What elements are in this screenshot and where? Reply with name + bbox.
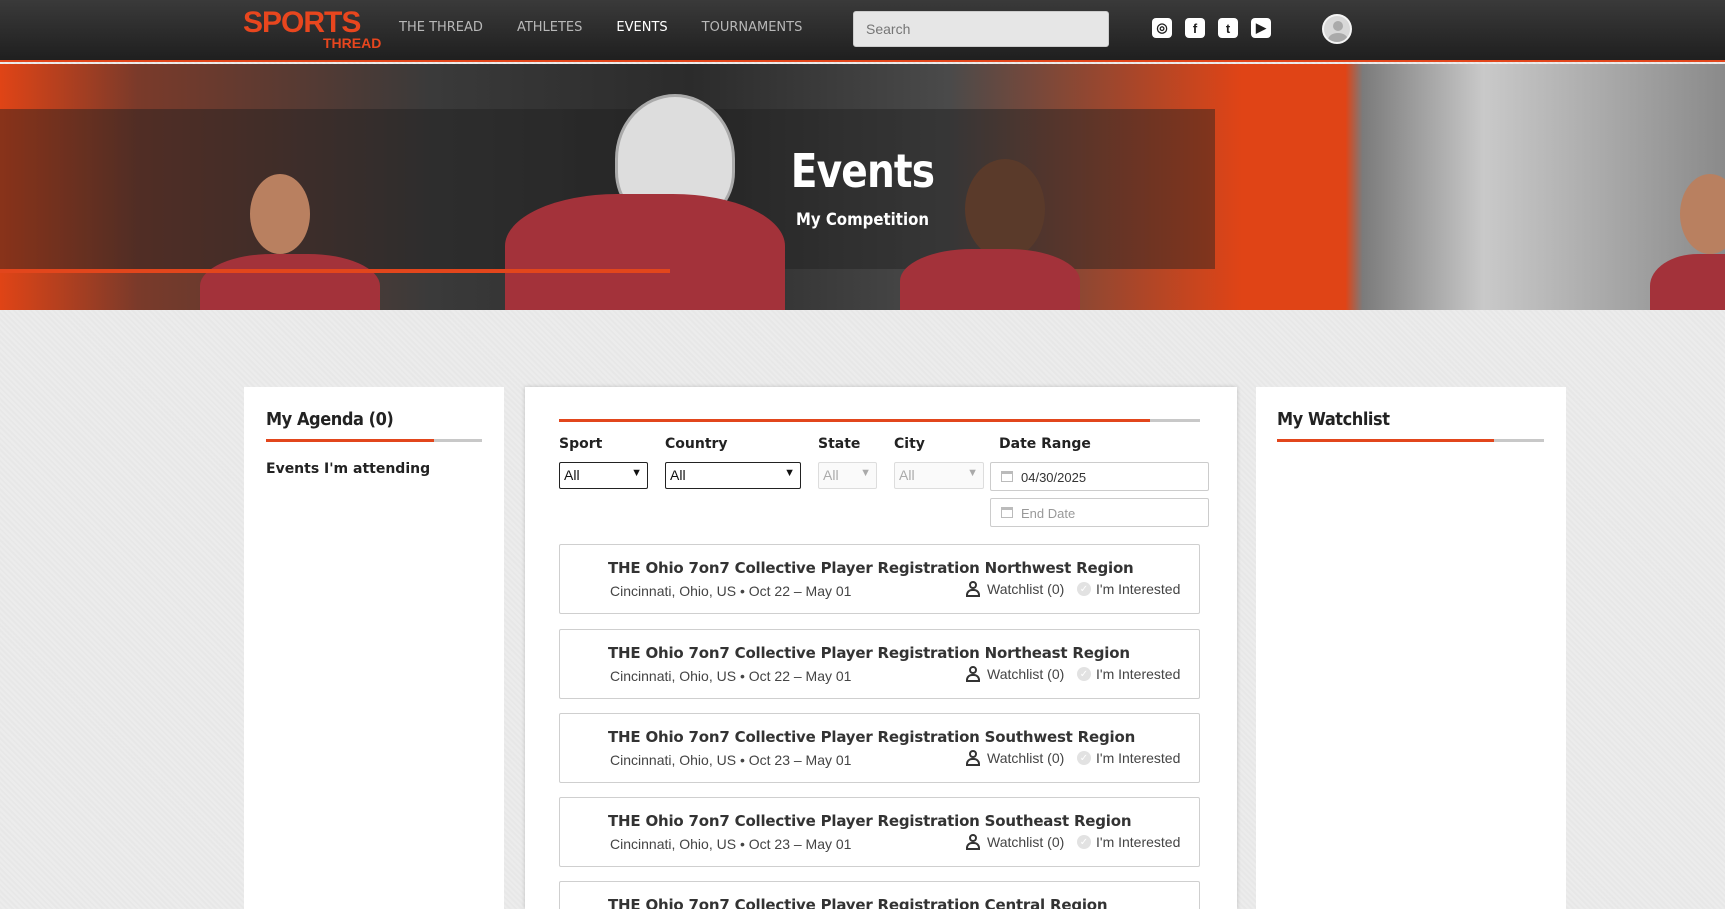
hero-title: Events bbox=[790, 144, 935, 198]
end-date-placeholder: End Date bbox=[1021, 506, 1076, 521]
instagram-icon[interactable]: ◎ bbox=[1152, 18, 1172, 38]
interested-label: I'm Interested bbox=[1096, 666, 1181, 682]
state-select[interactable]: All ▼ bbox=[818, 462, 877, 489]
sport-select-value: All bbox=[564, 467, 580, 483]
state-select-value: All bbox=[823, 467, 839, 483]
main-nav: THE THREAD ATHLETES EVENTS TOURNAMENTS bbox=[399, 20, 802, 35]
my-watchlist-panel: My Watchlist bbox=[1256, 387, 1566, 909]
filters-underline bbox=[559, 419, 1200, 422]
hero-subtitle: My Competition bbox=[795, 210, 930, 230]
logo-line1: SPORTS bbox=[243, 6, 361, 39]
hero-player-left bbox=[200, 254, 380, 310]
hero-player-far-right-head bbox=[1680, 174, 1725, 254]
events-panel: Sport All ▼ Country All ▼ State All ▼ City … bbox=[525, 387, 1237, 909]
interested-button[interactable]: ✓ I'm Interested bbox=[1077, 581, 1180, 597]
user-plus-icon bbox=[965, 666, 981, 682]
search-input[interactable] bbox=[853, 11, 1109, 47]
nav-link-events[interactable]: EVENTS bbox=[616, 20, 667, 35]
top-navbar: SPORTS THREAD THE THREAD ATHLETES EVENTS… bbox=[0, 0, 1725, 62]
youtube-icon[interactable]: ▶ bbox=[1251, 18, 1271, 38]
country-select[interactable]: All ▼ bbox=[665, 462, 801, 489]
event-card[interactable]: THE Ohio 7on7 Collective Player Registra… bbox=[559, 544, 1200, 614]
watchlist-button[interactable]: Watchlist (0) bbox=[965, 834, 1064, 850]
nav-link-athletes[interactable]: ATHLETES bbox=[517, 20, 582, 35]
watchlist-button[interactable]: Watchlist (0) bbox=[965, 750, 1064, 766]
country-select-value: All bbox=[670, 467, 686, 483]
avatar-head-shape bbox=[1333, 21, 1343, 31]
interested-label: I'm Interested bbox=[1096, 834, 1181, 850]
city-filter-label: City bbox=[894, 436, 925, 452]
event-location-dates: Cincinnati, Ohio, US • Oct 22 – May 01 bbox=[610, 583, 852, 599]
check-circle-icon: ✓ bbox=[1077, 751, 1091, 765]
twitter-icon[interactable]: t bbox=[1218, 18, 1238, 38]
watchlist-label: Watchlist (0) bbox=[987, 581, 1065, 597]
country-filter-label: Country bbox=[665, 436, 728, 452]
user-plus-icon bbox=[965, 834, 981, 850]
my-watchlist-title: My Watchlist bbox=[1277, 409, 1390, 430]
hero-player-far-right bbox=[1650, 254, 1725, 310]
my-agenda-underline bbox=[266, 439, 482, 442]
event-location-dates: Cincinnati, Ohio, US • Oct 23 – May 01 bbox=[610, 752, 852, 768]
chevron-down-icon: ▼ bbox=[631, 467, 642, 479]
user-plus-icon bbox=[965, 581, 981, 597]
watchlist-label: Watchlist (0) bbox=[987, 666, 1065, 682]
event-location-dates: Cincinnati, Ohio, US • Oct 22 – May 01 bbox=[610, 668, 852, 684]
interested-button[interactable]: ✓ I'm Interested bbox=[1077, 750, 1180, 766]
event-title: THE Ohio 7on7 Collective Player Registra… bbox=[608, 644, 1130, 662]
user-plus-icon bbox=[965, 750, 981, 766]
check-circle-icon: ✓ bbox=[1077, 667, 1091, 681]
state-filter-label: State bbox=[818, 436, 861, 452]
my-agenda-title: My Agenda (0) bbox=[266, 409, 394, 430]
facebook-icon[interactable]: f bbox=[1185, 18, 1205, 38]
start-date-input[interactable]: 04/30/2025 bbox=[990, 462, 1209, 491]
event-title: THE Ohio 7on7 Collective Player Registra… bbox=[608, 896, 1108, 909]
hero-banner: Events My Competition bbox=[0, 64, 1725, 310]
interested-label: I'm Interested bbox=[1096, 581, 1181, 597]
event-card[interactable]: THE Ohio 7on7 Collective Player Registra… bbox=[559, 797, 1200, 867]
sports-thread-logo[interactable]: SPORTS THREAD bbox=[243, 6, 383, 51]
event-card[interactable]: THE Ohio 7on7 Collective Player Registra… bbox=[559, 881, 1200, 909]
event-location-dates: Cincinnati, Ohio, US • Oct 23 – May 01 bbox=[610, 836, 852, 852]
end-date-input[interactable]: End Date bbox=[990, 498, 1209, 527]
watchlist-button[interactable]: Watchlist (0) bbox=[965, 666, 1064, 682]
chevron-down-icon: ▼ bbox=[784, 467, 795, 479]
nav-link-tournaments[interactable]: TOURNAMENTS bbox=[702, 20, 803, 35]
my-agenda-panel: My Agenda (0) Events I'm attending bbox=[244, 387, 504, 909]
city-select[interactable]: All ▼ bbox=[894, 462, 984, 489]
interested-button[interactable]: ✓ I'm Interested bbox=[1077, 834, 1180, 850]
event-title: THE Ohio 7on7 Collective Player Registra… bbox=[608, 812, 1132, 830]
date-range-label: Date Range bbox=[999, 436, 1091, 452]
check-circle-icon: ✓ bbox=[1077, 835, 1091, 849]
city-select-value: All bbox=[899, 467, 915, 483]
chevron-down-icon: ▼ bbox=[967, 467, 978, 479]
nav-link-the-thread[interactable]: THE THREAD bbox=[399, 20, 483, 35]
sport-filter-label: Sport bbox=[559, 436, 603, 452]
event-card[interactable]: THE Ohio 7on7 Collective Player Registra… bbox=[559, 713, 1200, 783]
watchlist-label: Watchlist (0) bbox=[987, 750, 1065, 766]
interested-button[interactable]: ✓ I'm Interested bbox=[1077, 666, 1180, 682]
user-avatar[interactable] bbox=[1322, 14, 1352, 44]
social-links: ◎ f t ▶ bbox=[1152, 18, 1271, 38]
check-circle-icon: ✓ bbox=[1077, 582, 1091, 596]
event-title: THE Ohio 7on7 Collective Player Registra… bbox=[608, 559, 1134, 577]
interested-label: I'm Interested bbox=[1096, 750, 1181, 766]
watchlist-label: Watchlist (0) bbox=[987, 834, 1065, 850]
event-card[interactable]: THE Ohio 7on7 Collective Player Registra… bbox=[559, 629, 1200, 699]
avatar-body-shape bbox=[1328, 33, 1348, 42]
hero-accent-stripe bbox=[0, 269, 670, 273]
sport-select[interactable]: All ▼ bbox=[559, 462, 648, 489]
events-attending-link[interactable]: Events I'm attending bbox=[266, 461, 430, 477]
calendar-icon bbox=[1001, 507, 1013, 518]
calendar-icon bbox=[1001, 471, 1013, 482]
chevron-down-icon: ▼ bbox=[860, 467, 871, 479]
hero-player-right bbox=[900, 249, 1080, 310]
event-title: THE Ohio 7on7 Collective Player Registra… bbox=[608, 728, 1136, 746]
start-date-value: 04/30/2025 bbox=[1021, 470, 1087, 485]
logo-line2: THREAD bbox=[323, 35, 382, 51]
watchlist-button[interactable]: Watchlist (0) bbox=[965, 581, 1064, 597]
my-watchlist-underline bbox=[1277, 439, 1544, 442]
